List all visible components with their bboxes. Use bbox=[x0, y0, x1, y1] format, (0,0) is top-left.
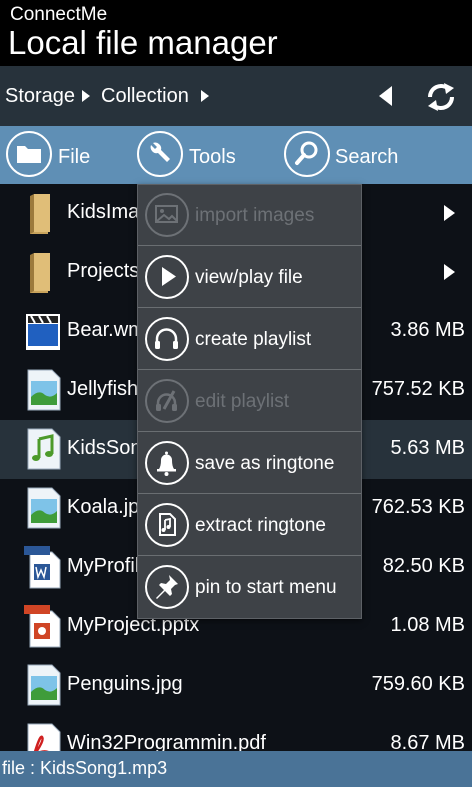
status-bar: file : KidsSong1.mp3 bbox=[0, 751, 472, 787]
back-button[interactable] bbox=[376, 85, 396, 107]
tools-button[interactable] bbox=[137, 131, 183, 177]
chevron-right-icon[interactable] bbox=[444, 264, 455, 280]
image-file-icon bbox=[27, 487, 61, 529]
menu-item-label: extract ringtone bbox=[195, 515, 326, 536]
menu-item-label: import images bbox=[195, 205, 315, 226]
menu-item-pin-to-start[interactable]: pin to start menu bbox=[138, 557, 361, 618]
status-text: file : KidsSong1.mp3 bbox=[2, 758, 168, 778]
pdf-file-icon bbox=[27, 723, 61, 751]
file-name: Penguins.jpg bbox=[67, 673, 183, 695]
image-file-icon bbox=[27, 369, 61, 411]
title-bar: ConnectMe Local file manager bbox=[0, 0, 472, 66]
breadcrumb-item-storage[interactable]: Storage bbox=[5, 85, 75, 108]
refresh-button[interactable] bbox=[424, 82, 458, 112]
file-size: 759.60 KB bbox=[371, 673, 465, 695]
file-button[interactable] bbox=[6, 131, 52, 177]
menu-item-edit-playlist: edit playlist bbox=[138, 371, 361, 432]
menu-item-create-playlist[interactable]: create playlist bbox=[138, 309, 361, 370]
tools-context-menu: import images view/play file create play… bbox=[137, 184, 362, 619]
image-file-icon bbox=[27, 664, 61, 706]
video-file-icon bbox=[26, 314, 60, 350]
menu-item-label: create playlist bbox=[195, 329, 312, 350]
file-name: Win32Programmin.pdf bbox=[67, 732, 266, 751]
page-title: Local file manager bbox=[8, 24, 278, 61]
menu-item-label: view/play file bbox=[195, 267, 303, 288]
back-arrow-icon bbox=[379, 86, 392, 106]
file-name: Projects bbox=[67, 260, 140, 282]
tools-label[interactable]: Tools bbox=[189, 146, 236, 169]
bell-icon bbox=[145, 441, 189, 485]
music-file-icon bbox=[27, 428, 61, 470]
menu-item-extract-ringtone[interactable]: extract ringtone bbox=[138, 495, 361, 556]
folder-icon bbox=[30, 194, 50, 234]
search-icon bbox=[295, 141, 318, 165]
breadcrumb-separator-icon bbox=[82, 90, 90, 102]
menu-item-save-as-ringtone[interactable]: save as ringtone bbox=[138, 433, 361, 494]
file-label[interactable]: File bbox=[58, 146, 90, 169]
file-size: 82.50 KB bbox=[382, 555, 465, 577]
search-label[interactable]: Search bbox=[335, 146, 398, 169]
play-icon bbox=[145, 255, 189, 299]
menu-item-label: save as ringtone bbox=[195, 453, 335, 474]
menu-item-view-play-file[interactable]: view/play file bbox=[138, 247, 361, 308]
breadcrumb-separator-icon bbox=[201, 90, 209, 102]
refresh-icon bbox=[427, 83, 455, 111]
breadcrumb-item-collection[interactable]: Collection bbox=[101, 85, 189, 108]
folder-icon bbox=[30, 253, 50, 293]
file-size: 5.63 MB bbox=[390, 437, 465, 459]
list-item[interactable]: Win32Programmin.pdf 8.67 MB bbox=[0, 715, 472, 751]
folder-icon bbox=[17, 146, 41, 163]
toolbar: File Tools Search bbox=[0, 126, 472, 184]
breadcrumb: Storage Collection bbox=[0, 66, 472, 126]
menu-item-label: pin to start menu bbox=[195, 577, 337, 598]
file-size: 757.52 KB bbox=[371, 378, 465, 400]
extract-document-icon bbox=[145, 503, 189, 547]
image-icon bbox=[145, 193, 189, 237]
search-button[interactable] bbox=[284, 131, 330, 177]
menu-item-label: edit playlist bbox=[195, 391, 289, 412]
edit-playlist-icon bbox=[145, 379, 189, 423]
chevron-right-icon[interactable] bbox=[444, 205, 455, 221]
pptx-file-icon bbox=[24, 605, 61, 648]
pin-icon bbox=[145, 565, 189, 609]
app-name: ConnectMe bbox=[10, 4, 108, 25]
headphones-icon bbox=[145, 317, 189, 361]
file-size: 8.67 MB bbox=[390, 732, 465, 751]
menu-item-import-images: import images bbox=[138, 185, 361, 246]
list-item[interactable]: Penguins.jpg 759.60 KB bbox=[0, 656, 472, 715]
file-size: 3.86 MB bbox=[390, 319, 465, 341]
file-size: 762.53 KB bbox=[371, 496, 465, 518]
wrench-icon bbox=[150, 142, 170, 162]
file-size: 1.08 MB bbox=[390, 614, 465, 636]
docx-file-icon bbox=[24, 546, 61, 589]
